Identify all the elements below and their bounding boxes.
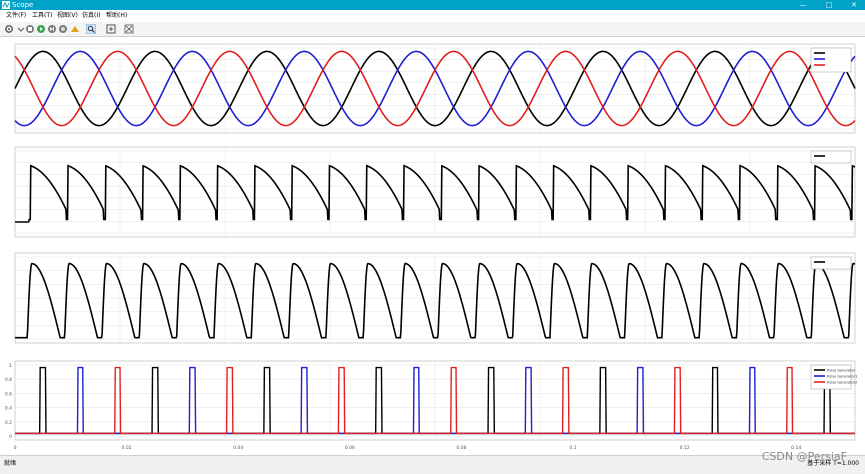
step-forward-icon[interactable] (47, 24, 57, 34)
plot-1-legend (810, 47, 852, 73)
fit-icon[interactable] (106, 24, 116, 34)
plot-4-y-tick-label: 0.4 (5, 406, 12, 412)
scope-plot-area: 0 0.2 0.4 0.6 0.8 1 0 0.02 0.04 0.06 0.08 0.1 0.12 0.… (0, 37, 865, 455)
plot-4-x-tick-label: 0.08 (456, 445, 466, 451)
plot-4-y-tick-label: 0.6 (5, 391, 12, 397)
menu-help[interactable]: 帮助(H) (106, 10, 127, 22)
plot-2-legend (810, 150, 852, 164)
plot-4-x-tick-label: 0.04 (233, 445, 243, 451)
plot-4-legend-label: Pulse Generator1 (827, 375, 857, 379)
plot-4-y-tick-label: 0 (9, 434, 12, 440)
minimize-button[interactable]: — (792, 0, 814, 10)
plot-4-x-tick-label: 0.06 (345, 445, 355, 451)
menu-simulation[interactable]: 仿真(I) (82, 10, 100, 22)
plot-4-legend-label: Pulse Generator2 (827, 381, 857, 385)
toolbar (0, 22, 865, 37)
highlight-icon[interactable] (70, 24, 80, 34)
plot-4-x-tick-label: 0.02 (122, 445, 132, 451)
plot-4-y-tick-label: 1 (9, 363, 12, 369)
record-icon[interactable] (58, 24, 68, 34)
menu-tools[interactable]: 工具(T) (32, 10, 52, 22)
title-bar: Scope — □ ✕ (0, 0, 865, 10)
menu-view[interactable]: 视图(V) (57, 10, 78, 22)
plot-3-legend (810, 256, 852, 270)
maximize-button[interactable]: □ (818, 0, 840, 10)
scope-app-icon (2, 1, 10, 9)
status-bar: 就绪 基于采样 T=1.000 (0, 455, 865, 474)
plot-4-x-tick-label: 0 (14, 445, 17, 451)
scope-plots-svg: 00.20.40.60.810 0.02 0.04 0.06 0.08 0.1 0.12 0.… (5, 43, 857, 451)
close-button[interactable]: ✕ (843, 0, 865, 10)
plot-4-x-tick-label: 0.12 (680, 445, 690, 451)
cursor-icon[interactable] (124, 24, 134, 34)
gear-icon[interactable] (4, 24, 14, 34)
menu-file[interactable]: 文件(F) (6, 10, 26, 22)
plot-4-legend-label: Pulse Generator (827, 369, 856, 373)
run-icon[interactable] (36, 24, 46, 34)
plot-4-x-tick-label: 0.1 (569, 445, 576, 451)
status-ready: 就绪 (4, 460, 17, 467)
watermark: CSDN @PersiaF (761, 450, 847, 463)
stop-icon[interactable] (25, 24, 35, 34)
plot-4-y-tick-label: 0.8 (5, 377, 12, 383)
zoom-icon[interactable] (86, 24, 96, 34)
plot-4-y-tick-label: 0.2 (5, 420, 12, 426)
window-title: Scope (12, 1, 34, 9)
